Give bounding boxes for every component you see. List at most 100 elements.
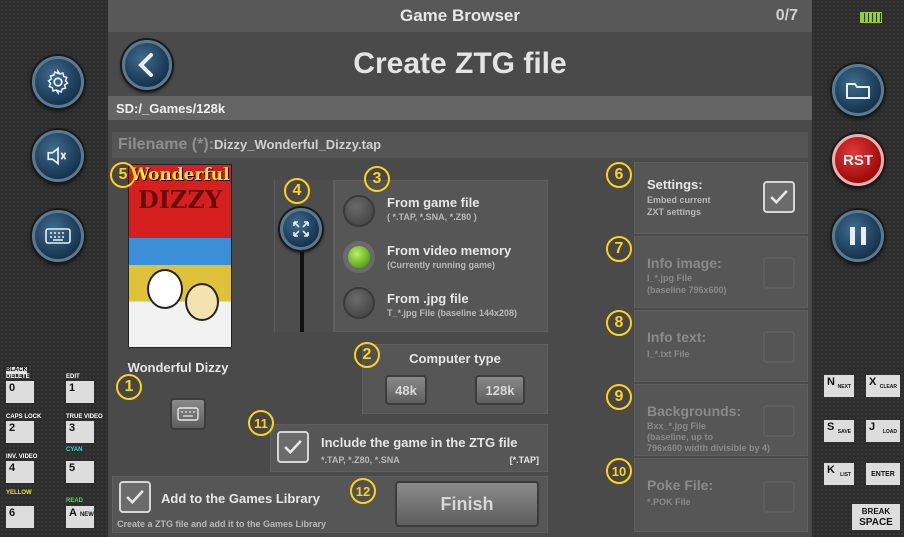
checkmark-icon: [770, 189, 788, 205]
page-title: Create ZTG file: [353, 47, 567, 80]
key-word: NEW: [79, 512, 94, 518]
fit-toggle-button[interactable]: [280, 208, 322, 250]
marker-12: 12: [350, 478, 376, 504]
source-options-panel: From game file ( *.TAP, *.SNA, *.Z80 ) F…: [334, 180, 548, 332]
key-k[interactable]: K LIST: [824, 463, 854, 485]
slider-track[interactable]: [300, 236, 304, 332]
key-5[interactable]: 5: [66, 461, 94, 483]
info-text-checkbox[interactable]: [763, 331, 795, 363]
marker-8: 8: [606, 310, 632, 336]
game-name: Wonderful Dizzy: [127, 360, 229, 375]
radio-game-file[interactable]: [343, 195, 375, 227]
marker-7: 7: [606, 236, 632, 262]
extra-sub: (baseline 796x600): [647, 285, 727, 295]
option-label: From game file: [387, 195, 480, 210]
main-panel: Game Browser 0/7 Create ZTG file SD:/_Ga…: [108, 0, 812, 537]
option-sub: ( *.TAP, *.SNA, *.Z80 ): [387, 212, 477, 222]
key-3[interactable]: 3: [66, 421, 94, 443]
extra-label: Settings:: [647, 177, 703, 192]
settings-panel: Settings: Embed current ZXT settings: [634, 162, 808, 234]
open-folder-button[interactable]: [832, 64, 884, 116]
key-j[interactable]: J LOAD: [866, 420, 900, 442]
left-sidebar: BLACK DELETE 0 EDIT 1 CAPS LOCK 2 TRUE V…: [0, 0, 108, 537]
key-letter: J: [869, 421, 876, 433]
key-letter: N: [827, 376, 835, 388]
settings-checkbox[interactable]: [763, 181, 795, 213]
radio-jpg-file[interactable]: [343, 287, 375, 319]
cover-logo: DIZZY: [137, 185, 223, 214]
key-break-space[interactable]: BREAK SPACE: [852, 504, 900, 530]
key-letter: K: [827, 464, 835, 476]
include-game-tag: [*.TAP]: [509, 455, 539, 465]
key-a[interactable]: A NEW: [66, 506, 94, 528]
back-button[interactable]: [122, 40, 172, 90]
marker-9: 9: [606, 384, 632, 410]
reset-button[interactable]: RST: [832, 134, 884, 186]
marker-6: 6: [606, 162, 632, 188]
key-word: BREAK: [861, 507, 891, 516]
include-game-checkbox[interactable]: [277, 431, 309, 463]
key-4[interactable]: 4: [6, 461, 34, 483]
option-sub: (Currently running game): [387, 260, 496, 270]
info-image-checkbox[interactable]: [763, 257, 795, 289]
gear-icon: [47, 69, 69, 95]
key-letter: S: [827, 421, 835, 433]
extra-label: Info image:: [647, 255, 722, 271]
key-s[interactable]: S SAVE: [824, 420, 854, 442]
egg-character: [185, 283, 219, 321]
key-0[interactable]: 0: [6, 381, 34, 403]
backgrounds-panel: Backgrounds: Bxx_*.jpg File (baseline, u…: [634, 384, 808, 456]
radio-video-memory[interactable]: [343, 241, 375, 273]
marker-5: 5: [110, 162, 136, 188]
checkmark-icon: [284, 439, 302, 455]
key-x[interactable]: X CLEAR: [866, 375, 900, 397]
filename-value: Dizzy_Wonderful_Dizzy.tap: [214, 137, 382, 152]
extra-label: Backgrounds:: [647, 403, 742, 419]
key-label: READ: [66, 498, 84, 504]
cover-title: Wonderful: [130, 165, 230, 185]
option-label: From video memory: [387, 243, 512, 258]
add-library-sub: Create a ZTG file and add it to the Game…: [117, 519, 327, 529]
include-game-panel: Include the game in the ZTG file *.TAP, …: [270, 424, 548, 472]
marker-11: 11: [248, 410, 274, 436]
key-enter[interactable]: ENTER: [866, 463, 900, 485]
key-label: CAPS LOCK: [6, 414, 42, 420]
option-sub: T_*.jpg File (baseline 144x208): [387, 308, 518, 318]
key-word: SPACE: [859, 517, 893, 528]
extra-sub: 796x600 width divisible by 4): [647, 443, 771, 453]
include-game-sub: *.TAP, *.Z80, *.SNA: [321, 455, 400, 465]
backgrounds-checkbox[interactable]: [763, 405, 795, 437]
computer-type-label: Computer type: [409, 351, 501, 366]
extra-label: Info text:: [647, 329, 707, 345]
extra-sub: *.POK File: [647, 497, 691, 507]
filename-label: Filename (*):: [118, 136, 215, 153]
poke-file-checkbox[interactable]: [763, 481, 795, 513]
edit-name-button[interactable]: [170, 398, 206, 430]
extra-label: Poke File:: [647, 477, 714, 493]
finish-button[interactable]: Finish: [395, 481, 539, 527]
option-label: From .jpg file: [387, 291, 469, 306]
settings-button[interactable]: [32, 56, 84, 108]
filename-field[interactable]: Filename (*):Dizzy_Wonderful_Dizzy.tap: [112, 132, 808, 158]
marker-4: 4: [284, 178, 310, 204]
key-6[interactable]: 6: [6, 506, 34, 528]
type-48k-button[interactable]: 48k: [385, 375, 427, 405]
extra-sub: Bxx_*.jpg File: [647, 421, 707, 431]
add-library-checkbox[interactable]: [119, 481, 151, 513]
key-label: DELETE: [6, 374, 30, 380]
marker-10: 10: [606, 458, 632, 484]
pause-button[interactable]: [832, 210, 884, 262]
key-letter: X: [869, 376, 877, 388]
type-128k-button[interactable]: 128k: [475, 375, 525, 405]
key-label: TRUE VIDEO: [66, 414, 103, 420]
volume-button[interactable]: [32, 130, 84, 182]
key-2[interactable]: 2: [6, 421, 34, 443]
page-header: Create ZTG file: [108, 32, 812, 96]
key-label: INV. VIDEO: [6, 454, 38, 460]
marker-2: 2: [354, 342, 380, 368]
keyboard-button[interactable]: [32, 210, 84, 262]
include-game-label: Include the game in the ZTG file: [321, 435, 518, 450]
key-1[interactable]: 1: [66, 381, 94, 403]
pause-icon: [850, 227, 866, 245]
key-n[interactable]: N NEXT: [824, 375, 854, 397]
